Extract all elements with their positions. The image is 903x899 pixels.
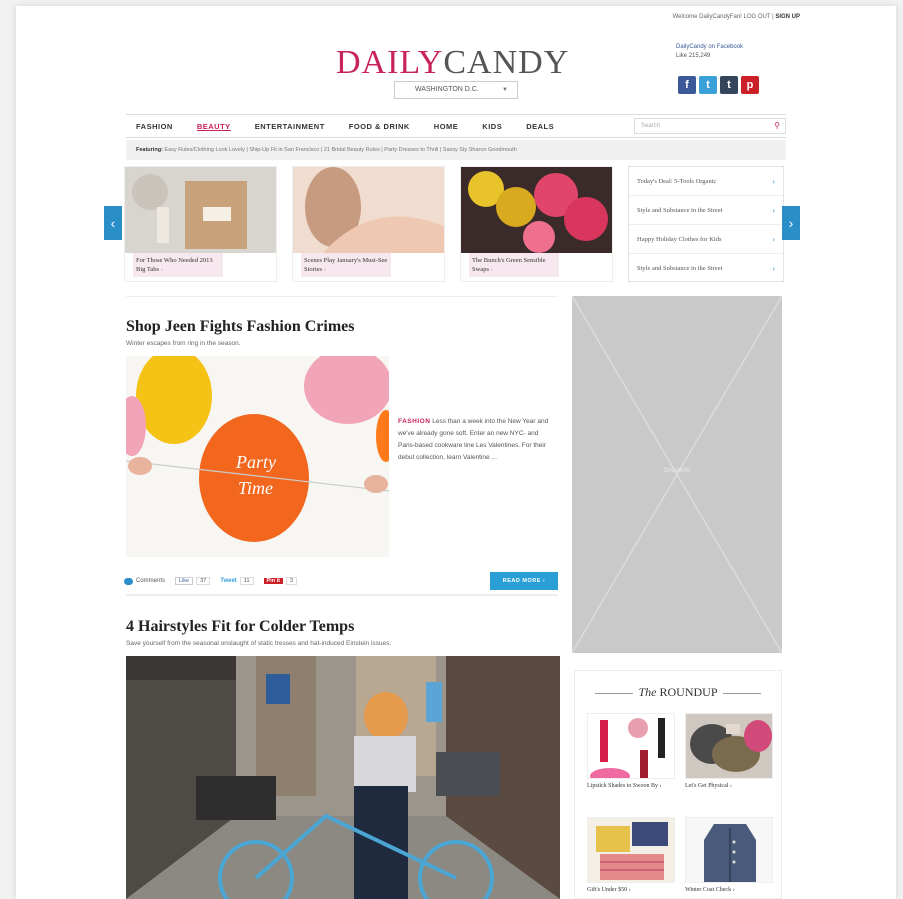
article-image[interactable] — [126, 656, 560, 899]
site-logo[interactable]: DAILYCANDY — [336, 44, 569, 82]
article-image[interactable]: Party Time — [126, 356, 389, 557]
log-out-link[interactable]: LOG OUT — [744, 14, 771, 20]
roundup-thumb — [685, 713, 773, 779]
roundup-item[interactable]: Gift's Under $50 › — [587, 817, 675, 894]
facebook-title[interactable]: DailyCandy on Facebook — [676, 44, 743, 50]
roundup-item[interactable]: Let's Get Physical › — [685, 713, 773, 790]
search-icon[interactable]: ⚲ — [774, 119, 780, 133]
card-image — [125, 167, 276, 253]
chevron-right-icon: › — [772, 235, 775, 244]
roundup-thumb — [587, 817, 675, 883]
facebook-icon[interactable]: f — [678, 76, 696, 94]
chevron-right-icon: › — [772, 264, 775, 273]
like-button[interactable]: Like — [676, 53, 687, 59]
carousel-next-button[interactable]: › — [782, 206, 800, 240]
nav-deals[interactable]: DEALS — [526, 122, 554, 131]
like-count: 215,249 — [688, 53, 711, 59]
pin-button[interactable]: Pin it 3 — [263, 577, 298, 585]
carousel-prev-button[interactable]: ‹ — [104, 206, 122, 240]
logo-candy: CANDY — [443, 44, 570, 81]
article-title[interactable]: 4 Hairstyles Fit for Colder Temps — [126, 618, 354, 636]
chevron-right-icon: › — [772, 177, 775, 186]
pinterest-icon[interactable]: p — [741, 76, 759, 94]
side-link[interactable]: Happy Holiday Clothes for Kids › — [629, 225, 783, 254]
roundup-thumb — [685, 817, 773, 883]
side-link[interactable]: Style and Substance in the Street › — [629, 196, 783, 225]
nav-entertainment[interactable]: ENTERTAINMENT — [255, 122, 325, 131]
nav-home[interactable]: HOME — [434, 122, 459, 131]
welcome-text: Welcome DailyCandyFan! — [672, 14, 742, 20]
nav-food-drink[interactable]: FOOD & DRINK — [349, 122, 410, 131]
divider — [126, 594, 558, 596]
article-subtitle: Winter escapes from ring in the season. — [126, 340, 241, 347]
article-subtitle: Save yourself from the seasonal onslaugh… — [126, 640, 392, 647]
roundup-thumb — [587, 713, 675, 779]
nav-beauty[interactable]: BEAUTY — [197, 122, 231, 131]
roundup-title: The ROUNDUP — [575, 685, 781, 700]
card-image — [293, 167, 444, 253]
carousel-card[interactable]: For Those Who Needed 2013 Big Tabs › — [124, 166, 277, 282]
card-caption: For Those Who Needed 2013 Big Tabs › — [133, 253, 223, 277]
logo-daily: DAILY — [336, 44, 444, 81]
share-row: Comments Like 37 Tweet 11 Pin it 3 READ MOR… — [124, 572, 558, 590]
separator: | — [772, 14, 774, 20]
account-bar: Welcome DailyCandyFan! LOG OUT | SIGN UP — [673, 14, 800, 20]
roundup-caption: Gift's Under $50 › — [587, 887, 631, 893]
carousel-card[interactable]: Scenes Play January's Must-See Stories › — [292, 166, 445, 282]
comment-icon — [124, 577, 133, 585]
city-select[interactable]: WASHINGTON D.C. ▼ — [394, 81, 518, 99]
article-title[interactable]: Shop Jeen Fights Fashion Crimes — [126, 318, 354, 336]
ad-label: 300x600 — [663, 468, 691, 474]
featuring-link[interactable]: Easy Rules/Clothing Look Lovely — [164, 147, 244, 153]
featuring-link[interactable]: Ship-Up Fit in San Francisco — [249, 147, 319, 153]
balloon-text: Party — [235, 452, 276, 472]
ad-placeholder[interactable]: 300x600 — [572, 296, 782, 653]
side-links: Today's Deal: 5-Tools Organic › Style and… — [628, 166, 784, 282]
featuring-bar: Featuring: Easy Rules/Clothing Look Love… — [126, 140, 786, 160]
card-caption: The Bunch's Green Sensible Swaps › — [469, 253, 559, 277]
tweet-button[interactable]: Tweet 11 — [220, 577, 254, 585]
featuring-link[interactable]: 21 Bridal Beauty Rules — [324, 147, 380, 153]
featuring-link[interactable]: Sassy Sty Sharon Goodmouth — [443, 147, 517, 153]
article-excerpt: FASHION Less than a week into the New Ye… — [398, 416, 550, 464]
side-link[interactable]: Today's Deal: 5-Tools Organic › — [629, 167, 783, 196]
comments-link[interactable]: Comments — [124, 577, 165, 585]
roundup-caption: Let's Get Physical › — [685, 783, 732, 789]
chevron-down-icon: ▼ — [502, 87, 508, 93]
search-input[interactable]: Search ⚲ — [634, 118, 786, 134]
carousel-card[interactable]: The Bunch's Green Sensible Swaps › — [460, 166, 613, 282]
roundup-item[interactable]: Winter Coat Check › — [685, 817, 773, 894]
page: Welcome DailyCandyFan! LOG OUT | SIGN UP… — [16, 6, 896, 899]
side-link[interactable]: Style and Substance in the Street › — [629, 254, 783, 283]
balloon-text: Time — [238, 478, 273, 498]
featuring-label: Featuring: — [136, 147, 163, 153]
roundup-caption: Winter Coat Check › — [685, 887, 735, 893]
social-icons: f t t p — [678, 76, 759, 94]
city-value: WASHINGTON D.C. — [415, 86, 479, 93]
roundup-item[interactable]: Lipstick Shades to Swoon By › — [587, 713, 675, 790]
sign-up-link[interactable]: SIGN UP — [775, 14, 800, 20]
twitter-icon[interactable]: t — [699, 76, 717, 94]
chevron-right-icon: › — [772, 206, 775, 215]
category-tag[interactable]: FASHION — [398, 418, 430, 425]
card-caption: Scenes Play January's Must-See Stories › — [301, 253, 391, 277]
facebook-block: DailyCandy on Facebook Like 215,249 — [676, 44, 743, 59]
featuring-link[interactable]: Party Dresses to Thrill — [384, 147, 438, 153]
nav-kids[interactable]: KIDS — [482, 122, 502, 131]
facebook-like-button[interactable]: Like 37 — [175, 577, 211, 585]
tumblr-icon[interactable]: t — [720, 76, 738, 94]
roundup-box: The ROUNDUP Lipstick Shades to Swoon By … — [574, 670, 782, 899]
roundup-caption: Lipstick Shades to Swoon By › — [587, 783, 662, 789]
divider — [126, 296, 558, 297]
main-nav: FASHION BEAUTY ENTERTAINMENT FOOD & DRIN… — [126, 114, 786, 138]
search-placeholder: Search — [641, 123, 661, 129]
read-more-button[interactable]: READ MORE › — [490, 572, 558, 590]
card-image — [461, 167, 612, 253]
nav-fashion[interactable]: FASHION — [136, 122, 173, 131]
